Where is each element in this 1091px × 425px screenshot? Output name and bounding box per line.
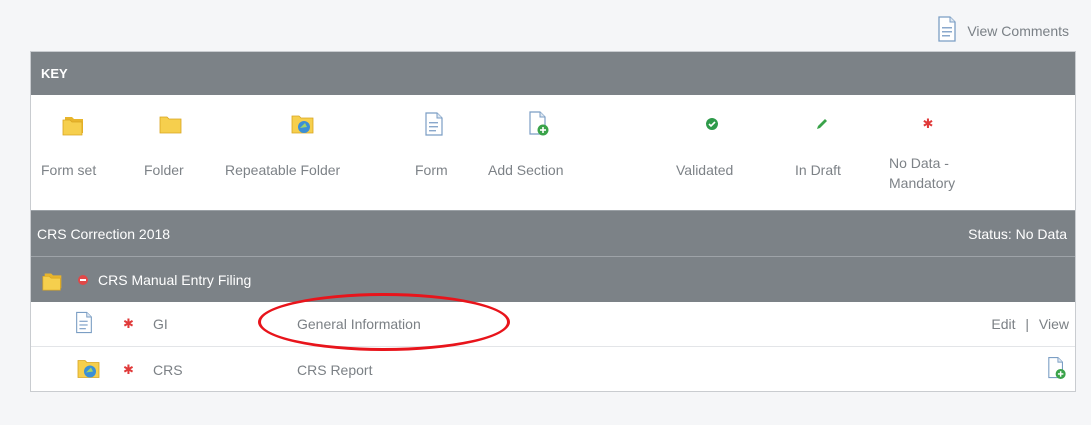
key-label: Add Section bbox=[488, 162, 564, 178]
folder-icon bbox=[158, 109, 184, 139]
add-section-icon[interactable] bbox=[1047, 356, 1067, 383]
form-icon bbox=[424, 109, 443, 139]
key-item-folder: Folder bbox=[141, 95, 201, 210]
document-icon bbox=[937, 16, 957, 45]
repeatable-folder-icon bbox=[75, 355, 103, 384]
in-draft-icon bbox=[815, 109, 829, 139]
key-legend: Form set Folder Repeatable Folder Form A… bbox=[31, 95, 1075, 210]
key-label: No Data - Mandatory bbox=[889, 155, 956, 191]
mandatory-star-icon: ✱ bbox=[123, 316, 134, 331]
key-item-no-data-mandatory: ✱ No Data - Mandatory bbox=[888, 95, 998, 210]
row-actions: Edit | View bbox=[991, 316, 1069, 332]
table-row: ✱ CRS CRS Report bbox=[31, 347, 1075, 392]
key-label: Form bbox=[415, 162, 448, 178]
formset-header[interactable]: CRS Correction 2018 Status: No Data bbox=[31, 210, 1075, 256]
key-label: Repeatable Folder bbox=[225, 162, 341, 178]
view-comments-label: View Comments bbox=[967, 22, 1069, 39]
row-code: CRS bbox=[153, 361, 183, 378]
repeatable-folder-icon bbox=[289, 109, 317, 139]
action-separator: | bbox=[1025, 316, 1030, 332]
key-item-form-set: Form set bbox=[39, 95, 109, 210]
form-set-icon bbox=[61, 109, 87, 139]
row-name: General Information bbox=[297, 316, 421, 332]
mandatory-star-icon: ✱ bbox=[123, 361, 134, 377]
view-link[interactable]: View bbox=[1039, 316, 1069, 332]
row-name: CRS Report bbox=[297, 361, 373, 378]
folder-header[interactable]: CRS Manual Entry Filing bbox=[31, 256, 1075, 302]
key-label: Form set bbox=[41, 162, 97, 178]
key-item-in-draft: In Draft bbox=[793, 95, 851, 210]
key-label: Validated bbox=[676, 162, 734, 178]
key-label: In Draft bbox=[795, 162, 841, 178]
table-row: ✱ GI General Information Edit | View bbox=[31, 302, 1075, 347]
edit-link[interactable]: Edit bbox=[991, 316, 1015, 332]
status-label: Status: No Data bbox=[968, 225, 1067, 242]
formset-title: CRS Correction 2018 bbox=[37, 225, 171, 242]
validated-icon bbox=[705, 109, 719, 139]
key-item-form: Form bbox=[411, 95, 456, 210]
key-item-add-section: Add Section bbox=[486, 95, 591, 210]
warning-icon bbox=[77, 274, 89, 286]
key-header: KEY bbox=[31, 52, 1075, 95]
no-data-mandatory-icon: ✱ bbox=[922, 116, 934, 131]
view-comments-link[interactable]: View Comments bbox=[937, 16, 1069, 45]
row-code: GI bbox=[153, 316, 168, 332]
key-label: Folder bbox=[144, 162, 184, 178]
form-icon bbox=[75, 311, 93, 337]
page: View Comments KEY Form set Folder Repeat… bbox=[0, 0, 1091, 425]
add-section-icon bbox=[528, 109, 550, 139]
form-set-icon bbox=[41, 268, 65, 292]
filing-panel: KEY Form set Folder Repeatable Folder Fo… bbox=[30, 51, 1076, 392]
key-item-validated: Validated bbox=[674, 95, 750, 210]
folder-title: CRS Manual Entry Filing bbox=[98, 271, 252, 288]
key-item-repeatable-folder: Repeatable Folder bbox=[223, 95, 383, 210]
